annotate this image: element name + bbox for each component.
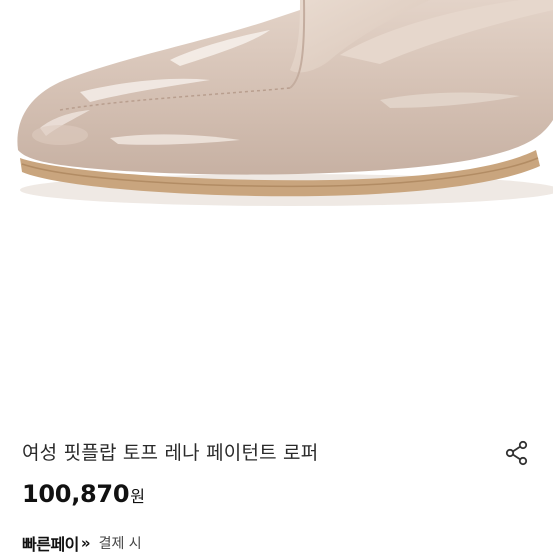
double-chevron-icon: » [80, 534, 91, 552]
product-title: 여성 핏플랍 토프 레나 페이턴트 로퍼 [22, 442, 319, 464]
share-icon [505, 440, 528, 466]
price-currency: 원 [130, 487, 145, 506]
share-button[interactable] [500, 436, 534, 470]
loafer-illustration [17, 0, 553, 206]
product-price: 100,870 [22, 480, 130, 508]
price-row: 100,870원 [22, 480, 145, 508]
quick-pay-logo: 빠른페이 [22, 535, 79, 554]
quick-pay-row[interactable]: 빠른페이 » 결제 시 [22, 530, 142, 556]
quick-pay-note: 결제 시 [98, 536, 142, 552]
product-image[interactable] [0, 0, 553, 420]
